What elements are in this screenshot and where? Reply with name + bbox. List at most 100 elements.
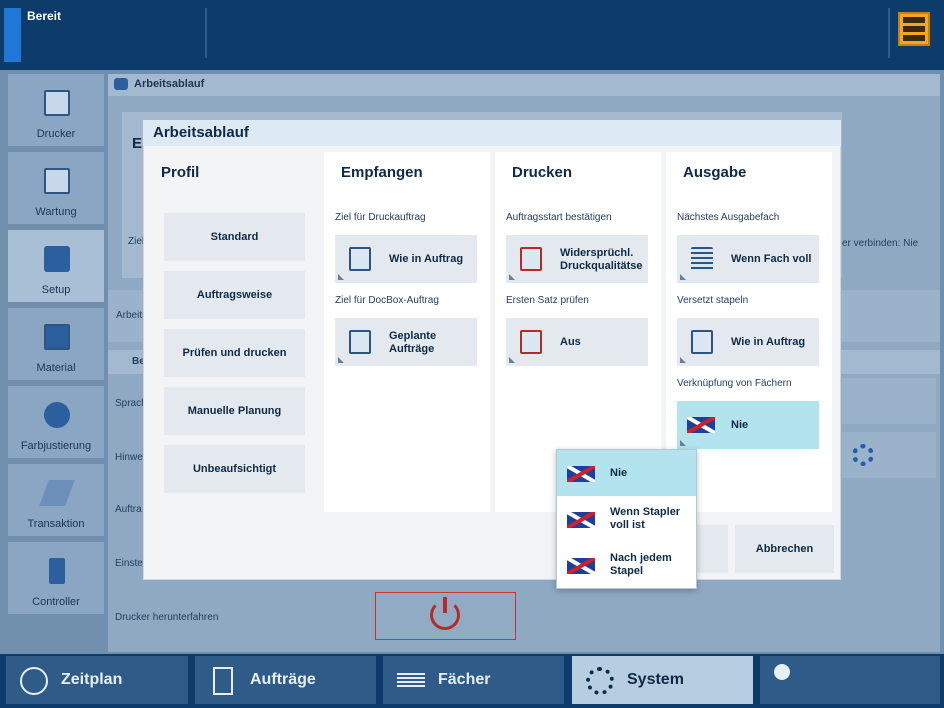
dropdown-corner-icon (680, 357, 686, 363)
dropdown-option-jeder-stapel[interactable]: Nach jedem Stapel (557, 542, 696, 588)
tab-system[interactable]: System (572, 656, 753, 704)
maintenance-icon (44, 168, 70, 194)
gear-icon (852, 444, 874, 466)
bottom-navigation: Zeitplan Aufträge Fächer System (0, 654, 944, 708)
settings-row-label: Hinwei (115, 452, 146, 463)
print-job-destination-label: Ziel für Druckauftrag (335, 212, 426, 223)
docbox-destination-label: Ziel für DocBox-Auftrag (335, 295, 439, 306)
offset-stacking-button[interactable]: Wie in Auftrag (677, 318, 819, 366)
dropdown-corner-icon (338, 357, 344, 363)
next-tray-value: Wenn Fach voll (731, 253, 812, 265)
profile-option-standard[interactable]: Standard (164, 213, 305, 261)
tab-label: Zeitplan (61, 671, 123, 688)
user-icon (774, 664, 790, 680)
printer-icon (44, 90, 70, 116)
option-label: Wenn Stapler voll ist (610, 506, 680, 532)
settings-row-label: Einstel (115, 558, 146, 569)
settings-header: Arbeitsablauf (108, 74, 940, 96)
tray-link-never-icon (567, 466, 595, 482)
status-indicator (4, 8, 21, 62)
value-line: Druckqualitätse (560, 260, 643, 272)
profile-option-pruefen[interactable]: Prüfen und drucken (164, 329, 305, 377)
dropdown-option-stapler-voll[interactable]: Wenn Stapler voll ist (557, 496, 696, 542)
docbox-destination-value: Geplante Aufträge (389, 330, 436, 356)
scheduled-jobs-icon (349, 330, 371, 354)
status-text: Bereit (27, 9, 62, 23)
docbox-destination-button[interactable]: Geplante Aufträge (335, 318, 477, 366)
tab-label: Aufträge (250, 671, 316, 688)
dropdown-corner-icon (680, 274, 686, 280)
option-line: voll ist (610, 519, 645, 531)
value-line: Aufträge (389, 343, 435, 355)
server-status-button[interactable] (898, 12, 930, 46)
peek-text: Ziel (128, 236, 145, 247)
print-job-destination-button[interactable]: Wie in Auftrag (335, 235, 477, 283)
transaction-icon (39, 480, 75, 506)
nav-item-controller[interactable]: Controller (8, 542, 104, 614)
option-line: Wenn Stapler (610, 506, 681, 518)
trays-icon (397, 673, 425, 687)
nav-item-label: Drucker (36, 128, 76, 140)
nav-item-label: Farbjustierung (20, 440, 92, 452)
option-label: Nach jedem Stapel (610, 552, 672, 578)
tray-link-never-icon (687, 417, 715, 433)
print-heading: Drucken (512, 164, 573, 181)
dropdown-corner-icon (338, 274, 344, 280)
proof-first-set-button[interactable]: Aus (506, 318, 648, 366)
tab-auftraege[interactable]: Aufträge (195, 656, 376, 704)
nav-item-setup[interactable]: Setup (8, 230, 104, 302)
next-tray-button[interactable]: Wenn Fach voll (677, 235, 819, 283)
server-icon-row (903, 35, 925, 41)
confirm-start-button[interactable]: Widersprüchl. Druckqualitätse (506, 235, 648, 283)
tab-label: Fächer (438, 671, 491, 688)
nav-item-label: Transaktion (27, 518, 85, 530)
profile-option-manuell[interactable]: Manuelle Planung (164, 387, 305, 435)
proof-first-set-value: Aus (560, 336, 581, 348)
option-line: Stapel (610, 565, 644, 577)
settings-row-label: Sprach (115, 398, 147, 409)
receive-heading: Empfangen (341, 164, 423, 181)
nav-item-transaktion[interactable]: Transaktion (8, 464, 104, 536)
nav-item-material[interactable]: Material (8, 308, 104, 380)
server-icon (903, 17, 925, 23)
profile-heading: Profil (161, 164, 200, 181)
dropdown-option-nie[interactable]: Nie (557, 450, 696, 496)
confirm-start-value: Widersprüchl. Druckqualitätse (560, 247, 643, 273)
dropdown-corner-icon (680, 440, 686, 446)
cancel-button[interactable]: Abbrechen (735, 525, 834, 573)
offset-stacking-label: Versetzt stapeln (677, 295, 749, 306)
value-line: Geplante (389, 330, 437, 342)
option-line: Nach jedem (610, 552, 672, 564)
tray-linking-label: Verknüpfung von Fächern (677, 378, 792, 389)
left-navigation: Drucker Wartung Setup Material Farbjusti… (4, 74, 106, 652)
user-login-button[interactable] (760, 656, 940, 704)
ok-button[interactable] (696, 525, 728, 573)
profile-option-unbeaufsichtigt[interactable]: Unbeaufsichtigt (164, 445, 305, 493)
tab-faecher[interactable]: Fächer (383, 656, 564, 704)
nav-item-drucker[interactable]: Drucker (8, 74, 104, 146)
server-icon-row (903, 26, 925, 32)
edit-icon (349, 247, 371, 271)
nav-item-label: Setup (41, 284, 71, 296)
tray-linking-dropdown: Nie Wenn Stapler voll ist Nach jedem Stape… (556, 449, 697, 589)
nav-item-farbjustierung[interactable]: Farbjustierung (8, 386, 104, 458)
tab-zeitplan[interactable]: Zeitplan (6, 656, 188, 704)
proof-first-set-label: Ersten Satz prüfen (506, 295, 589, 306)
output-heading: Ausgabe (683, 164, 747, 181)
workflow-icon (114, 78, 128, 90)
confirm-start-label: Auftragsstart bestätigen (506, 212, 612, 223)
nav-item-wartung[interactable]: Wartung (8, 152, 104, 224)
proof-off-icon (520, 330, 542, 354)
copy-settings-button[interactable] (842, 378, 936, 424)
next-tray-label: Nächstes Ausgabefach (677, 212, 780, 223)
profile-option-auftragsweise[interactable]: Auftragsweise (164, 271, 305, 319)
tray-linking-button[interactable]: Nie (677, 401, 819, 449)
offset-stacking-value: Wie in Auftrag (731, 336, 806, 348)
dialog-title: Arbeitsablauf (143, 120, 841, 146)
clock-icon (20, 667, 48, 695)
topbar-divider (205, 8, 207, 58)
nav-item-label: Material (36, 362, 76, 374)
settings-row-label: Drucker herunterfahren (115, 612, 219, 623)
controller-icon (49, 558, 65, 584)
dropdown-corner-icon (509, 357, 515, 363)
